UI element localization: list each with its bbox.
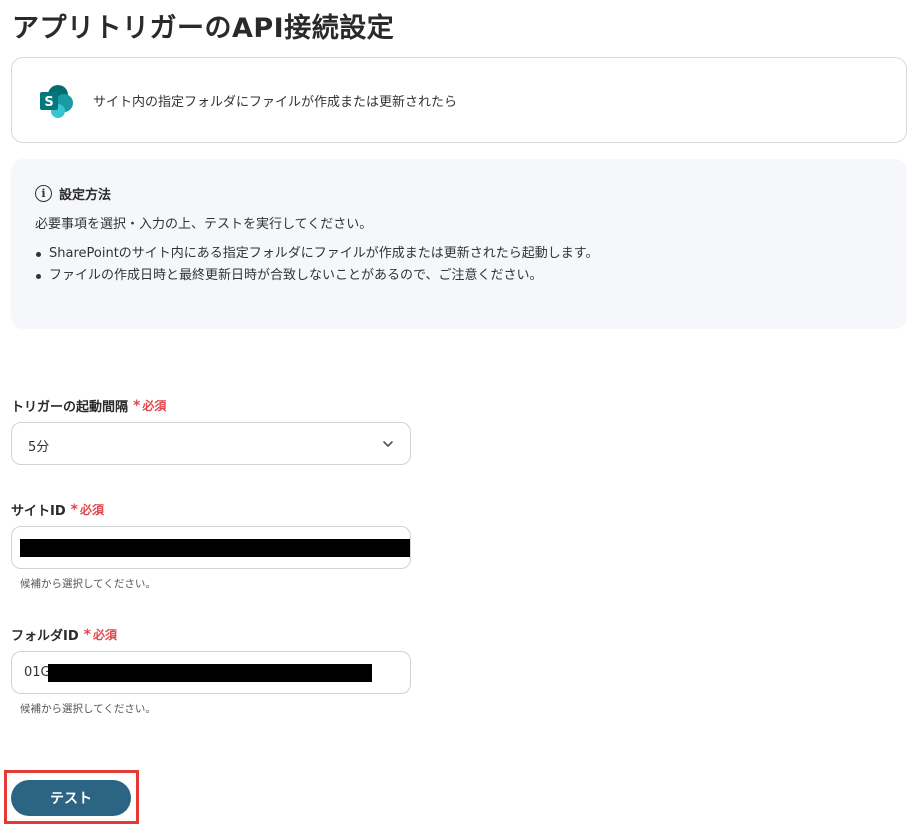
folder-id-label: フォルダID * 必須: [11, 625, 117, 645]
info-title: 設定方法: [59, 188, 112, 203]
interval-label: トリガーの起動間隔 * 必須: [11, 396, 167, 416]
trigger-description: サイト内の指定フォルダにファイルが作成または更新されたら: [93, 95, 458, 110]
info-description: 必要事項を選択・入力の上、テストを実行してください。: [35, 217, 373, 232]
site-id-input[interactable]: [11, 526, 411, 569]
page-title: アプリトリガーのAPI接続設定: [12, 13, 395, 44]
redacted-value: [20, 539, 410, 557]
info-bullet: SharePointのサイト内にある指定フォルダにファイルが作成または更新された…: [35, 243, 599, 265]
interval-select-value: 5分: [28, 440, 50, 455]
info-bullet-list: SharePointのサイト内にある指定フォルダにファイルが作成または更新された…: [35, 243, 599, 287]
required-badge: * 必須: [133, 397, 167, 414]
required-badge: * 必須: [83, 626, 117, 643]
info-bullet: ファイルの作成日時と最終更新日時が合致しないことがあるので、ご注意ください。: [35, 265, 599, 287]
folder-id-prefix: 01G: [24, 665, 51, 680]
required-badge: * 必須: [70, 501, 104, 518]
folder-id-input[interactable]: 01G: [11, 651, 411, 694]
interval-label-text: トリガーの起動間隔: [11, 400, 129, 415]
sharepoint-logo-icon: S: [40, 85, 73, 118]
site-id-label-text: サイトID: [11, 504, 66, 519]
interval-select[interactable]: 5分: [11, 422, 411, 465]
svg-text:S: S: [44, 95, 53, 110]
test-button[interactable]: テスト: [11, 780, 131, 816]
folder-id-label-text: フォルダID: [11, 629, 79, 644]
folder-id-hint: 候補から選択してください。: [20, 703, 156, 715]
info-box: i 設定方法 必要事項を選択・入力の上、テストを実行してください。 ShareP…: [11, 159, 907, 329]
site-id-label: サイトID * 必須: [11, 500, 104, 520]
site-id-hint: 候補から選択してください。: [20, 578, 156, 590]
chevron-down-icon: [383, 441, 393, 447]
redacted-value: [48, 664, 372, 682]
trigger-card: S サイト内の指定フォルダにファイルが作成または更新されたら: [11, 57, 907, 143]
info-circle-icon: i: [35, 185, 52, 202]
info-header: i 設定方法: [35, 184, 111, 203]
